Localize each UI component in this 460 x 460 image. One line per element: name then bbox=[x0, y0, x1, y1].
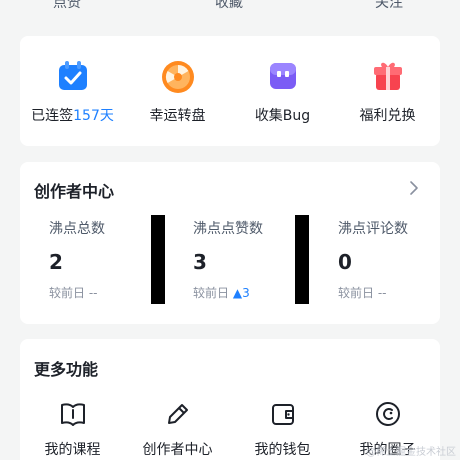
chevron-right-icon[interactable] bbox=[406, 180, 422, 196]
trend-up-icon: ▲ bbox=[232, 286, 243, 300]
stat-comments[interactable]: 沸点评论数 0 较前日 -- bbox=[338, 218, 448, 301]
checkin-action[interactable]: 已连签157天 bbox=[20, 56, 125, 125]
my-wallet-label: 我的钱包 bbox=[254, 442, 311, 458]
bug-collect-label: 收集Bug bbox=[254, 108, 311, 124]
wallet-icon bbox=[271, 404, 294, 425]
stat-likes[interactable]: 沸点点赞数 3 较前日 ▲3 bbox=[193, 218, 303, 301]
calendar-check-icon bbox=[58, 61, 87, 90]
follow-tab[interactable]: 关注 bbox=[375, 0, 403, 12]
creator-center-title: 创作者中心 bbox=[34, 182, 115, 201]
lucky-wheel-action[interactable]: 幸运转盘 bbox=[125, 56, 230, 125]
gift-exchange-action[interactable]: 福利兑换 bbox=[335, 56, 440, 125]
favorite-tab[interactable]: 收藏 bbox=[215, 0, 243, 12]
stat-divider bbox=[295, 215, 309, 304]
creator-center-label: 创作者中心 bbox=[142, 442, 213, 458]
top-stats-row: 点赞 收藏 关注 bbox=[20, 0, 440, 12]
lucky-wheel-label: 幸运转盘 bbox=[149, 108, 206, 124]
creator-center-item[interactable]: 创作者中心 bbox=[125, 399, 230, 459]
my-courses-label: 我的课程 bbox=[44, 442, 101, 458]
watermark: @稀土掘金技术社区 bbox=[366, 447, 456, 458]
more-functions-card: 更多功能 我的课程 创作者中心 我的钱包 我的圈子 bbox=[20, 339, 440, 460]
checkin-label: 已连签 bbox=[31, 108, 74, 124]
more-functions-title: 更多功能 bbox=[34, 360, 99, 379]
my-wallet-item[interactable]: 我的钱包 bbox=[230, 399, 335, 459]
like-tab[interactable]: 点赞 bbox=[53, 0, 81, 12]
stat-divider bbox=[151, 215, 165, 304]
creator-center-card[interactable]: 创作者中心 沸点总数 2 较前日 -- 沸点点赞数 3 较前日 ▲3 沸点评论数… bbox=[20, 162, 440, 324]
checkin-days: 157天 bbox=[73, 108, 114, 124]
bug-collect-icon bbox=[269, 63, 296, 89]
lucky-wheel-icon bbox=[161, 61, 194, 93]
gift-exchange-label: 福利兑换 bbox=[359, 108, 416, 124]
my-courses-item[interactable]: 我的课程 bbox=[20, 399, 125, 459]
quick-actions-card: 已连签157天 幸运转盘 收集Bug 福利兑换 bbox=[20, 36, 440, 146]
pencil-icon bbox=[167, 404, 188, 424]
gift-icon bbox=[373, 62, 402, 90]
bug-collect-action[interactable]: 收集Bug bbox=[230, 56, 335, 125]
book-icon bbox=[60, 403, 85, 426]
circle-smile-icon bbox=[375, 402, 400, 426]
stat-total-posts[interactable]: 沸点总数 2 较前日 -- bbox=[49, 218, 159, 301]
